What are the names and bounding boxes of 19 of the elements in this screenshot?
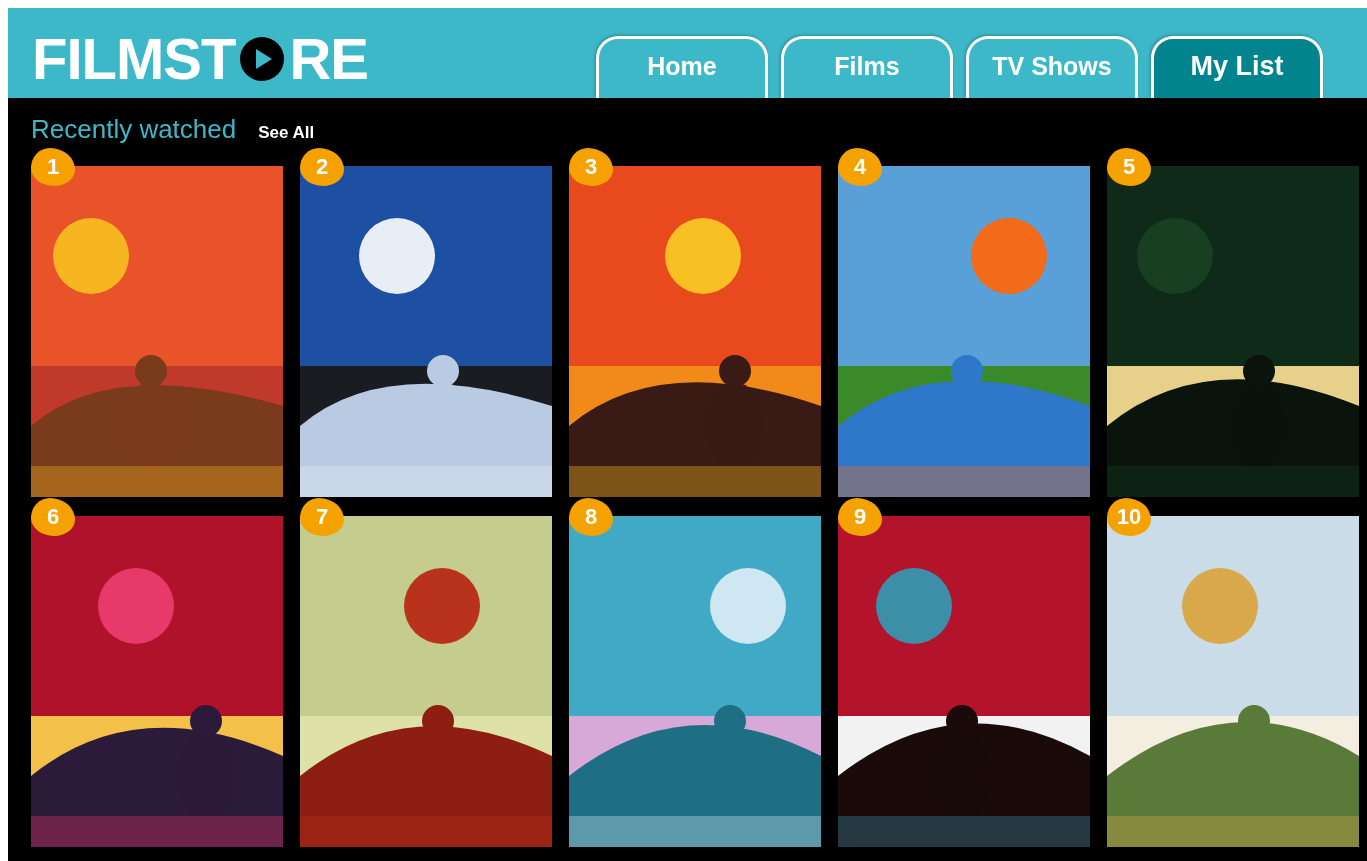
nav-tab[interactable]: Films bbox=[781, 36, 953, 98]
nav-tab[interactable]: Home bbox=[596, 36, 768, 98]
rank-badge: 4 bbox=[838, 148, 882, 186]
nav-tab[interactable]: My List bbox=[1151, 36, 1323, 98]
nav-tab[interactable]: TV Shows bbox=[966, 36, 1138, 98]
rank-badge: 5 bbox=[1107, 148, 1151, 186]
rank-badge: 6 bbox=[31, 498, 75, 536]
logo-text: FILMST bbox=[32, 30, 236, 88]
rank-badge: 8 bbox=[569, 498, 613, 536]
rank-badge: 9 bbox=[838, 498, 882, 536]
rank-badge: 1 bbox=[31, 148, 75, 186]
rank-badge: 10 bbox=[1107, 498, 1151, 536]
rank-badge: 3 bbox=[569, 148, 613, 186]
rank-badge: 7 bbox=[300, 498, 344, 536]
play-icon bbox=[239, 36, 286, 82]
see-all-link[interactable]: See All bbox=[258, 123, 315, 143]
section-title: Recently watched bbox=[31, 114, 237, 145]
logo-text: RE bbox=[289, 30, 368, 88]
rank-badge: 2 bbox=[300, 148, 344, 186]
